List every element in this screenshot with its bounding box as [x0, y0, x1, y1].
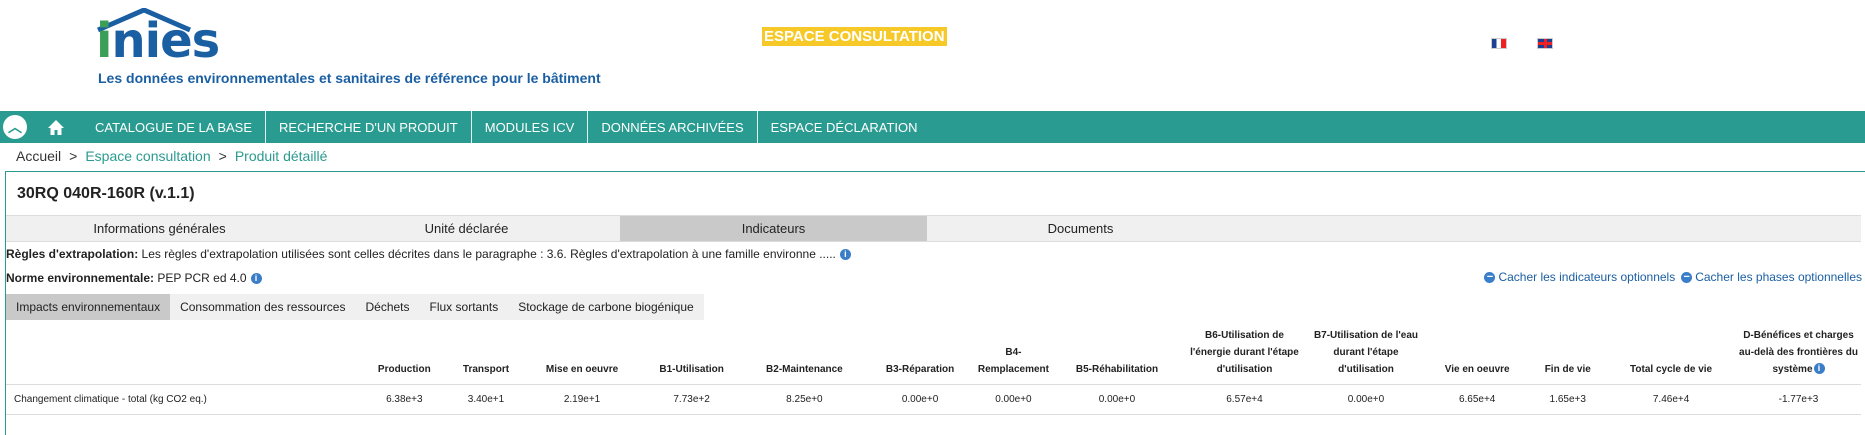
- subtab-consommation-ressources[interactable]: Consommation des ressources: [170, 294, 355, 320]
- breadcrumb-produit-detaille[interactable]: Produit détaillé: [235, 148, 328, 164]
- nav-recherche[interactable]: RECHERCHE D'UN PRODUIT: [266, 111, 472, 143]
- tab-documents[interactable]: Documents: [927, 216, 1234, 241]
- column-header: B6-Utilisation de l'énergie durant l'éta…: [1190, 329, 1299, 375]
- table-cell: 2.19e+1: [524, 384, 640, 415]
- site-header: inies Les données environnementales et s…: [0, 0, 1865, 111]
- product-panel: 30RQ 040R-160R (v.1.1) Informations géné…: [5, 171, 1865, 435]
- hide-optional-phases-label: Cacher les phases optionnelles: [1695, 270, 1862, 284]
- minus-circle-icon: −: [1681, 271, 1693, 283]
- breadcrumb: Accueil > Espace consultation > Produit …: [16, 148, 327, 164]
- subtab-impacts-environnementaux[interactable]: Impacts environnementaux: [6, 294, 171, 320]
- nav-espace-declaration[interactable]: ESPACE DÉCLARATION: [758, 111, 931, 143]
- column-header: B2-Maintenance: [766, 363, 843, 375]
- tab-indicateurs[interactable]: Indicateurs: [620, 216, 927, 241]
- french-flag-icon[interactable]: [1491, 38, 1507, 49]
- norme-environnementale: Norme environnementale: PEP PCR ed 4.0 i: [6, 271, 262, 285]
- scroll-up-button[interactable]: ︿: [0, 111, 30, 143]
- optional-toggles: − Cacher les indicateurs optionnels − Cach…: [1484, 270, 1862, 284]
- table-cell: 0.00e+0: [1306, 384, 1425, 415]
- indicator-subtabs: Impacts environnementaux Consommation de…: [6, 294, 1861, 320]
- column-header: B5-Réhabilitation: [1075, 363, 1159, 375]
- inies-logo[interactable]: inies: [96, 8, 220, 66]
- home-button[interactable]: [30, 111, 82, 143]
- home-icon: [48, 119, 64, 135]
- column-header: Vie en oeuvre: [1444, 363, 1510, 375]
- column-header: Total cycle de vie: [1630, 363, 1713, 375]
- table-cell: 0.00e+0: [1051, 384, 1182, 415]
- column-header-d-benefices: D-Bénéfices et charges au-delà des front…: [1736, 322, 1861, 384]
- column-header: B3-Réparation: [885, 363, 955, 375]
- hide-optional-indicators-label: Cacher les indicateurs optionnels: [1498, 270, 1676, 284]
- table-header-row: Production Transport Mise en oeuvre B1-U…: [6, 322, 1861, 384]
- main-nav: ︿ CATALOGUE DE LA BASE RECHERCHE D'UN PR…: [0, 111, 1865, 143]
- extrapolation-rules: Règles d'extrapolation: Les règles d'ext…: [6, 247, 851, 261]
- column-header: B7-Utilisation de l'eau durant l'étape d…: [1313, 329, 1418, 375]
- site-tagline: Les données environnementales et sanitai…: [98, 70, 601, 86]
- table-cell: 7.46e+4: [1606, 384, 1736, 415]
- nav-catalogue[interactable]: CATALOGUE DE LA BASE: [82, 111, 267, 143]
- nav-donnees-archivees[interactable]: DONNÉES ARCHIVÉES: [588, 111, 758, 143]
- table-cell: 6.38e+3: [361, 384, 448, 415]
- breadcrumb-separator: >: [69, 148, 78, 164]
- table-cell: 8.25e+0: [743, 384, 866, 415]
- english-flag-icon[interactable]: [1537, 38, 1553, 49]
- table-cell: 0.00e+0: [974, 384, 1052, 415]
- chevron-up-icon: ︿: [3, 115, 27, 139]
- espace-banner: ESPACE CONSULTATION: [762, 27, 947, 46]
- subtab-dechets[interactable]: Déchets: [355, 294, 419, 320]
- table-cell: 6.57e+4: [1181, 384, 1307, 415]
- tab-unite-declaree[interactable]: Unité déclarée: [313, 216, 620, 241]
- subtab-flux-sortants[interactable]: Flux sortants: [420, 294, 509, 320]
- column-header: B1-Utilisation: [659, 363, 724, 375]
- column-header: Fin de vie: [1544, 363, 1591, 375]
- table-cell: 0.00e+0: [865, 384, 975, 415]
- info-icon[interactable]: i: [250, 273, 262, 284]
- column-header-label: D-Bénéfices et charges au-delà des front…: [1739, 329, 1858, 375]
- minus-circle-icon: −: [1484, 271, 1496, 283]
- table-cell: 1.65e+3: [1529, 384, 1607, 415]
- table-cell: 3.40e+1: [447, 384, 525, 415]
- tab-informations-generales[interactable]: Informations générales: [6, 216, 313, 241]
- table-cell: -1.77e+3: [1736, 384, 1861, 415]
- hide-optional-indicators-link[interactable]: − Cacher les indicateurs optionnels: [1484, 270, 1675, 284]
- product-tabs: Informations générales Unité déclarée In…: [6, 215, 1861, 242]
- breadcrumb-espace-consultation[interactable]: Espace consultation: [85, 148, 210, 164]
- table-cell: 6.65e+4: [1424, 384, 1530, 415]
- logo-wordmark: inies: [96, 13, 220, 69]
- table-cell: 7.73e+2: [639, 384, 744, 415]
- column-header: Transport: [462, 363, 510, 375]
- column-header: Production: [377, 363, 431, 375]
- hide-optional-phases-link[interactable]: − Cacher les phases optionnelles: [1681, 270, 1862, 284]
- product-title: 30RQ 040R-160R (v.1.1): [17, 185, 195, 202]
- info-icon[interactable]: i: [1813, 362, 1825, 374]
- info-icon[interactable]: i: [839, 249, 851, 260]
- column-header: B4-Remplacement: [977, 346, 1049, 375]
- nav-modules-icv[interactable]: MODULES ICV: [472, 111, 589, 143]
- breadcrumb-separator: >: [218, 148, 227, 164]
- subtab-stockage-carbone[interactable]: Stockage de carbone biogénique: [508, 294, 703, 320]
- table-row: Changement climatique - total (kg CO2 eq…: [6, 384, 1861, 415]
- extrapolation-label: Règles d'extrapolation:: [6, 247, 139, 261]
- norme-text: PEP PCR ed 4.0: [154, 271, 247, 285]
- table-header-empty: [6, 322, 361, 384]
- breadcrumb-home[interactable]: Accueil: [16, 148, 61, 164]
- row-label: Changement climatique - total (kg CO2 eq…: [6, 384, 361, 415]
- indicators-table: Production Transport Mise en oeuvre B1-U…: [6, 322, 1861, 415]
- extrapolation-text: Les règles d'extrapolation utilisées son…: [138, 247, 836, 261]
- norme-label: Norme environnementale:: [6, 271, 155, 285]
- column-header: Mise en oeuvre: [545, 363, 619, 375]
